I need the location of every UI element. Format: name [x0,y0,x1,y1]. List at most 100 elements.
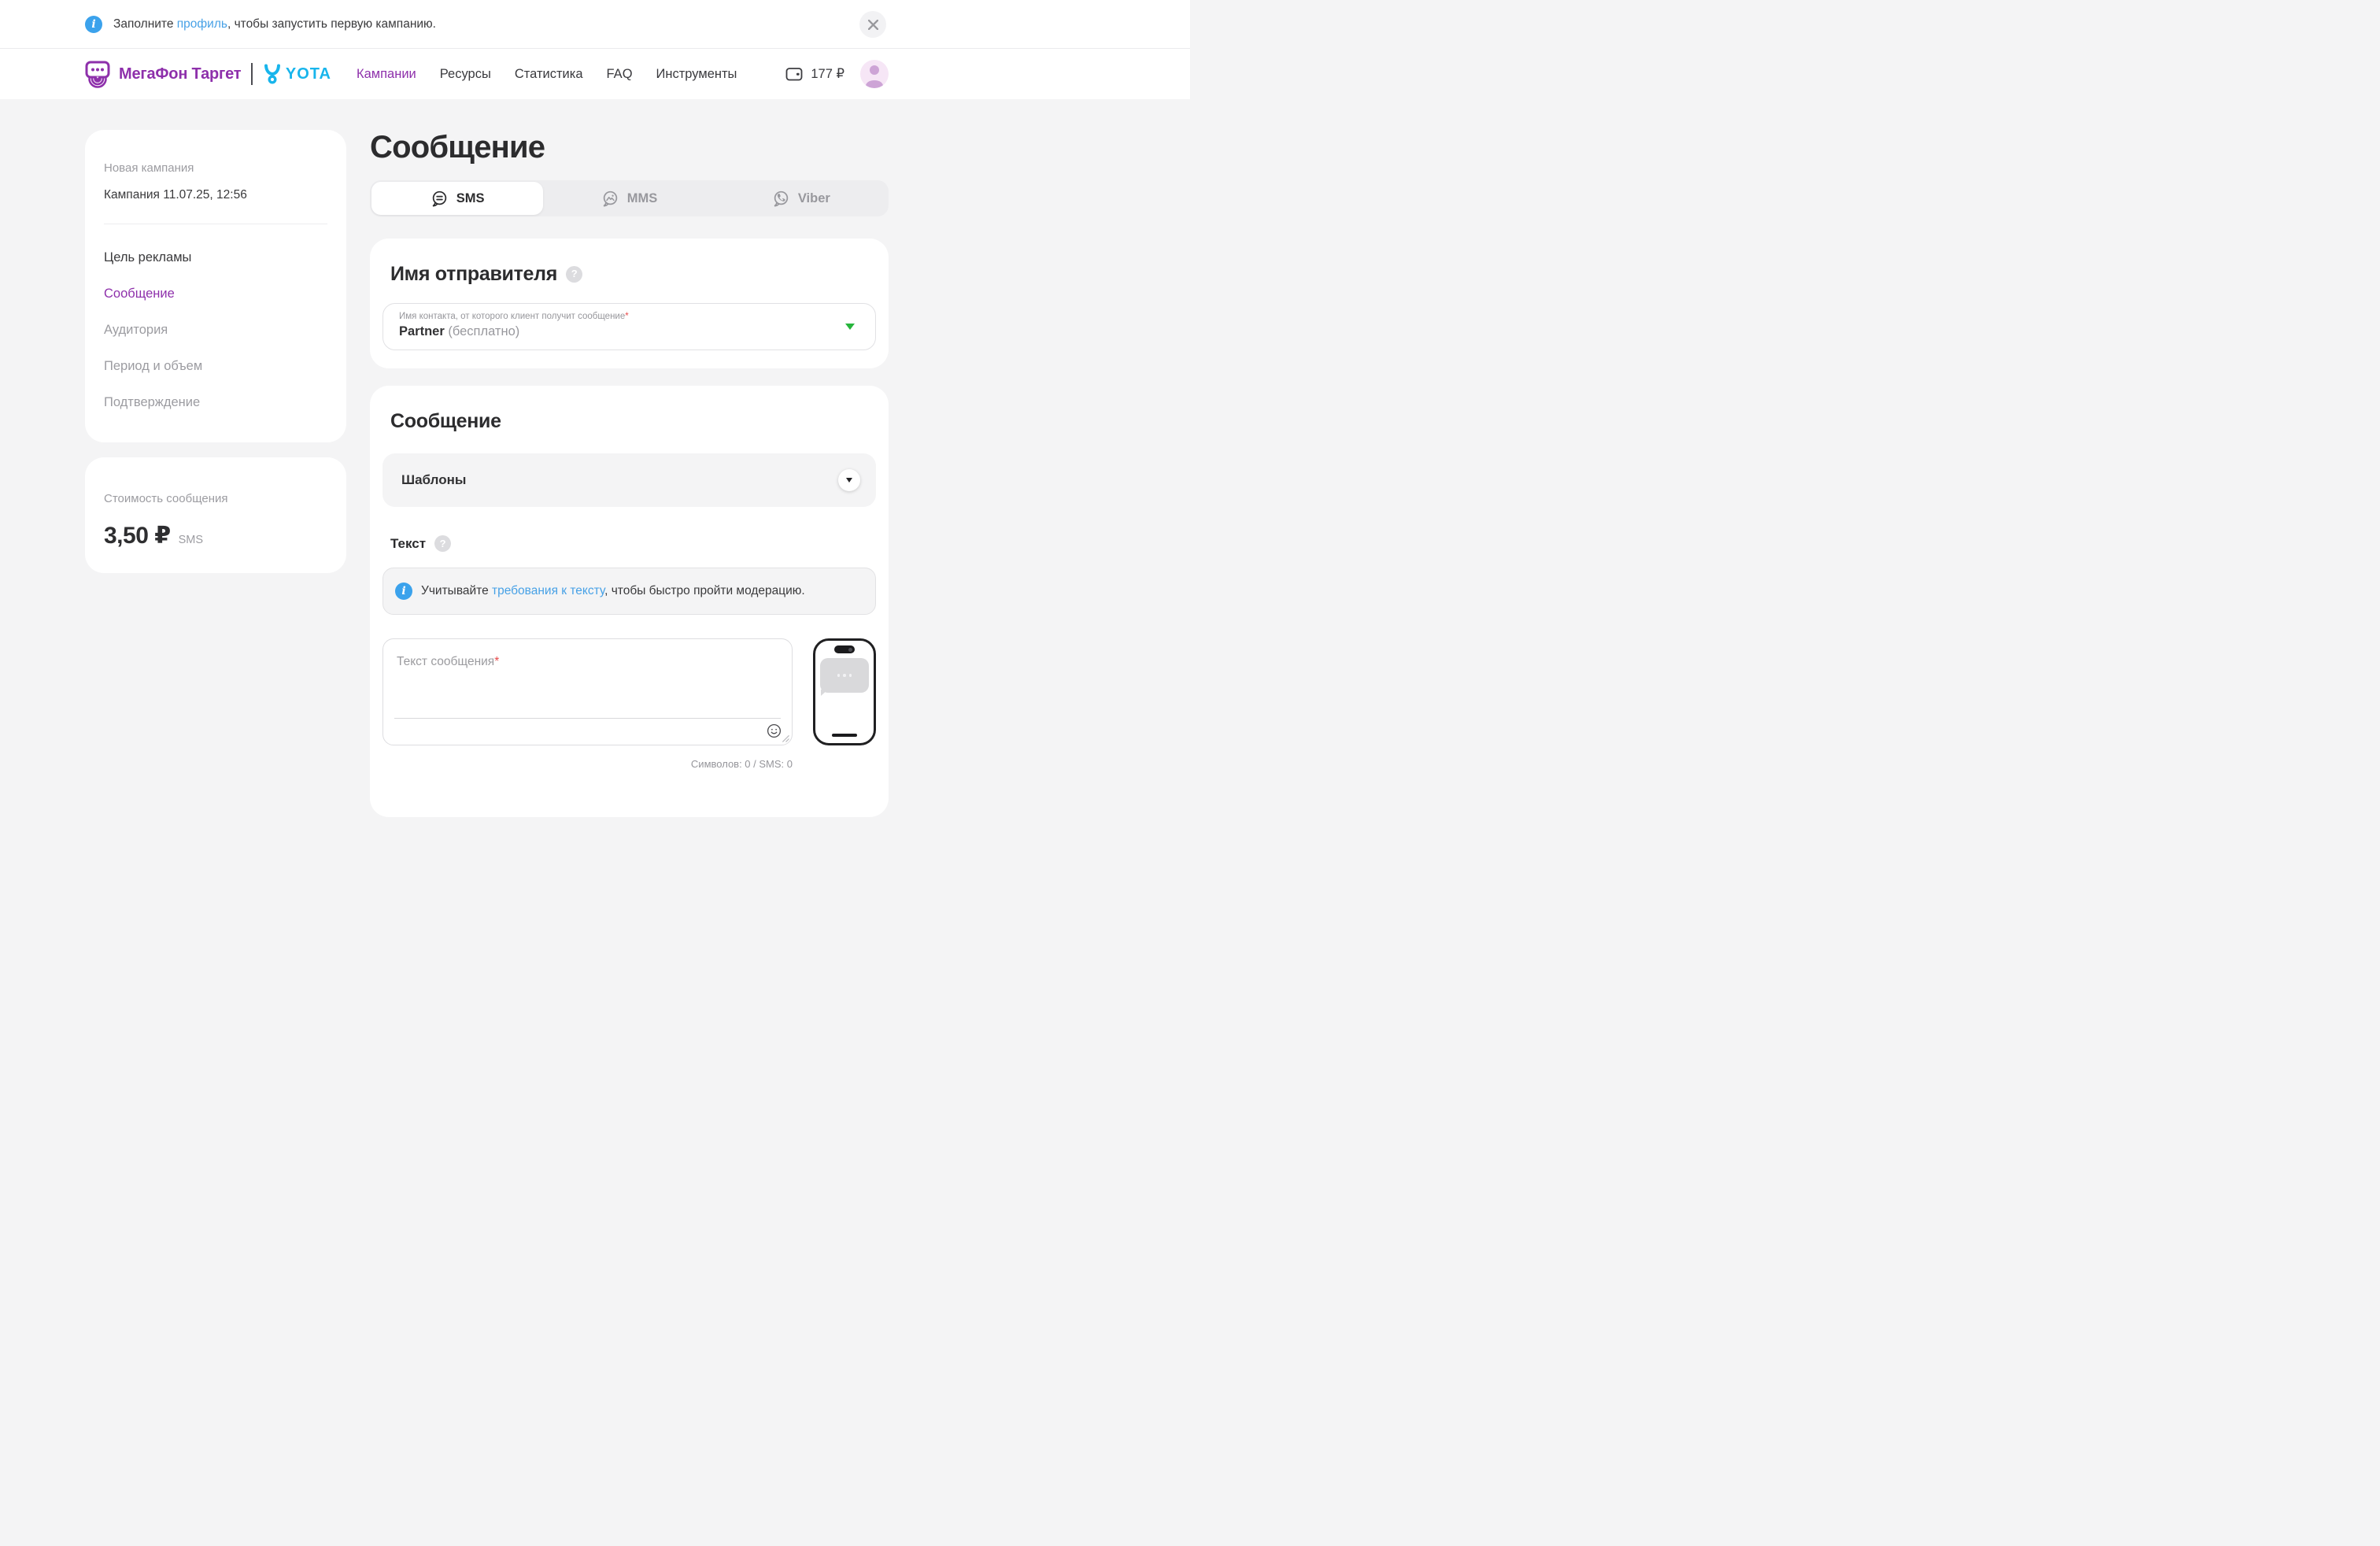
phone-message-bubble [820,658,869,693]
help-icon[interactable]: ? [434,535,451,552]
balance-amount[interactable]: 177 ₽ [811,66,844,82]
yota-logo[interactable]: YOTA [263,64,331,84]
profile-link[interactable]: профиль [177,17,227,31]
tab-viber[interactable]: Viber [715,182,887,215]
bubble-dot [837,674,841,677]
app-header: МегаФон Таргет YOTA Кампании Ресурсы Ста… [0,49,1190,99]
megafon-logo-icon [83,60,112,88]
banner-text-after: , чтобы запустить первую кампанию. [227,17,436,31]
tab-sms[interactable]: SMS [371,182,543,215]
cost-unit: SMS [179,534,203,546]
campaign-steps-card: Новая кампания Кампания 11.07.25, 12:56 … [85,130,346,442]
bubble-dot [849,674,852,677]
message-editor-row: Текст сообщения* [382,638,876,745]
campaign-status-label: Новая кампания [104,161,327,175]
viber-icon [772,190,790,208]
sender-field-label: Имя контакта, от которого клиент получит… [399,312,859,321]
text-label-row: Текст ? [390,535,876,552]
templates-expand-button[interactable] [838,469,860,491]
moderation-hint: i Учитывайте требования к тексту, чтобы … [382,568,876,615]
campaign-sidebar: Новая кампания Кампания 11.07.25, 12:56 … [85,130,346,573]
hint-text: Учитывайте требования к тексту, чтобы бы… [421,584,805,598]
message-textarea[interactable] [383,639,792,745]
nav-item-statistics[interactable]: Статистика [515,67,583,82]
info-icon: i [85,16,102,33]
banner-close-button[interactable] [859,11,886,38]
text-label: Текст [390,536,426,552]
step-period[interactable]: Период и объем [104,359,327,374]
chevron-down-icon [846,478,852,483]
templates-label: Шаблоны [401,472,466,488]
step-message[interactable]: Сообщение [104,287,327,301]
sender-value-note: (бесплатно) [445,324,520,338]
required-asterisk: * [625,312,628,321]
help-icon[interactable]: ? [566,266,582,283]
notification-banner: i Заполните профиль, чтобы запустить пер… [0,0,1190,49]
message-textarea-box: Текст сообщения* [382,638,793,745]
main-column: Сообщение SMS MMS [370,130,889,817]
sms-icon [431,190,449,208]
cost-label: Стоимость сообщения [104,492,327,505]
sender-heading-text: Имя отправителя [390,262,557,286]
phone-preview [813,638,876,745]
wallet-icon [785,65,804,83]
nav-item-resources[interactable]: Ресурсы [440,67,491,82]
close-icon [868,20,878,30]
phone-home-indicator [832,734,857,738]
hint-text-before: Учитывайте [421,584,492,597]
nav-item-campaigns[interactable]: Кампании [357,67,416,82]
sender-section: Имя отправителя ? Имя контакта, от котор… [370,239,889,368]
campaign-name: Кампания 11.07.25, 12:56 [104,188,327,202]
bubble-dot [843,674,846,677]
chevron-down-icon [845,324,855,330]
page-content: Новая кампания Кампания 11.07.25, 12:56 … [0,99,1190,817]
info-icon: i [395,583,412,600]
step-audience[interactable]: Аудитория [104,323,327,338]
templates-dropdown[interactable]: Шаблоны [382,453,876,507]
steps-list: Цель рекламы Сообщение Аудитория Период … [104,250,327,410]
tab-mms-label: MMS [627,191,658,206]
tab-sms-label: SMS [456,191,485,206]
emoji-button[interactable] [766,723,782,739]
resize-handle[interactable] [782,734,789,742]
step-goal[interactable]: Цель рекламы [104,250,327,265]
char-counter: Символов: 0 / SMS: 0 [382,758,793,770]
megafon-target-logo[interactable]: МегаФон Таргет [83,60,241,88]
avatar-body [866,80,883,88]
cost-row: 3,50 ₽ SMS [104,522,327,549]
phone-camera-pill [834,645,855,653]
avatar[interactable] [860,60,889,88]
channel-tabs: SMS MMS Viber [370,180,889,216]
banner-text: Заполните профиль, чтобы запустить перву… [113,17,436,31]
brand-divider [251,63,253,85]
sender-field-label-text: Имя контакта, от которого клиент получит… [399,312,625,321]
nav-item-faq[interactable]: FAQ [607,67,633,82]
yota-wordmark: YOTA [286,65,331,83]
text-requirements-link[interactable]: требования к тексту [492,584,604,597]
resize-grip-icon [782,734,789,742]
header-right: 177 ₽ [785,60,889,88]
tab-viber-label: Viber [798,191,830,206]
sender-heading: Имя отправителя ? [390,262,876,286]
message-section: Сообщение Шаблоны Текст ? i Учитывайте т… [370,386,889,817]
step-confirmation[interactable]: Подтверждение [104,395,327,410]
message-heading: Сообщение [390,409,876,433]
sender-field-value: Partner (бесплатно) [399,324,859,339]
emoji-icon [766,723,782,739]
message-cost-card: Стоимость сообщения 3,50 ₽ SMS [85,457,346,573]
hint-text-after: , чтобы быстро пройти модерацию. [604,584,805,597]
tab-mms[interactable]: MMS [543,182,715,215]
brand-name: МегаФон Таргет [119,65,241,83]
nav-item-tools[interactable]: Инструменты [656,67,737,82]
message-heading-text: Сообщение [390,409,501,433]
main-nav: Кампании Ресурсы Статистика FAQ Инструме… [357,67,737,82]
phone-camera-dot [848,648,852,652]
banner-text-before: Заполните [113,17,177,31]
sender-name-select[interactable]: Имя контакта, от которого клиент получит… [382,303,876,350]
sender-value-text: Partner [399,324,445,338]
cost-value: 3,50 ₽ [104,522,171,549]
page-title: Сообщение [370,130,889,163]
avatar-head [870,65,879,75]
mms-icon [601,190,619,208]
yota-logo-icon [263,64,282,84]
